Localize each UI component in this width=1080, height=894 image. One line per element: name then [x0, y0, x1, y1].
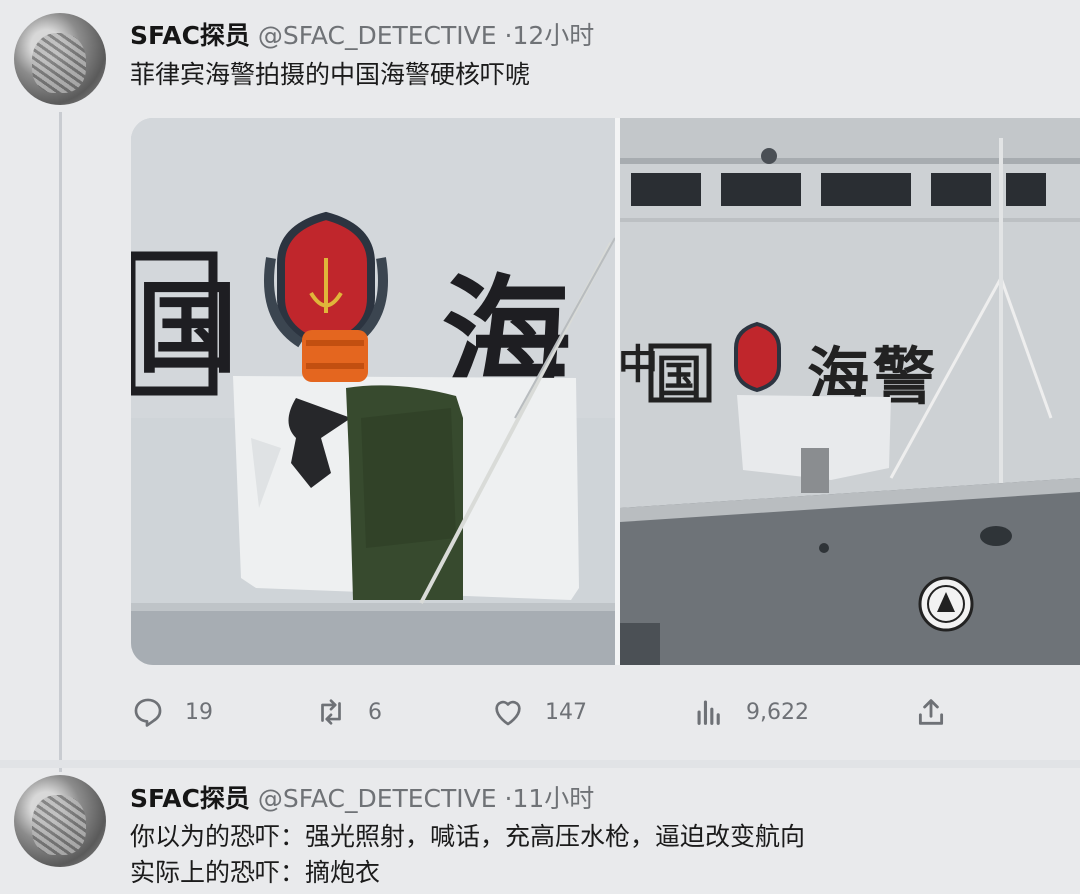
- timestamp[interactable]: 11小时: [512, 784, 594, 813]
- user-handle[interactable]: @SFAC_DETECTIVE: [258, 21, 497, 50]
- tweet-header: SFAC探员 @SFAC_DETECTIVE ·11小时: [130, 779, 594, 815]
- like-icon: [495, 700, 521, 726]
- retweet-button[interactable]: 6: [314, 690, 382, 734]
- tweet-media[interactable]: 国 海 中 国 海 警: [131, 118, 1080, 665]
- tweet-divider: [0, 760, 1080, 768]
- reply-icon: [134, 698, 162, 727]
- tweet-text-line-1: 你以为的恐吓：强光照射，喊话，充高压水枪，逼迫改变航向: [130, 822, 806, 851]
- reply-count: 19: [185, 699, 213, 725]
- thread-line: [59, 112, 62, 772]
- user-handle[interactable]: @SFAC_DETECTIVE: [258, 784, 497, 813]
- timestamp[interactable]: 12小时: [512, 21, 594, 50]
- display-name[interactable]: SFAC探员: [130, 21, 250, 50]
- right-photo: 中 国 海 警: [618, 118, 1080, 665]
- tweet-text: 菲律宾海警拍摄的中国海警硬核吓唬: [130, 60, 531, 89]
- views-icon: [697, 700, 720, 725]
- coast-guard-emblem: [264, 211, 388, 351]
- retweet-count: 6: [368, 699, 382, 725]
- avatar[interactable]: [14, 13, 106, 105]
- left-hull-char-1: 国: [137, 270, 237, 387]
- reply-button[interactable]: 19: [131, 690, 213, 734]
- views-button[interactable]: 9,622: [692, 690, 809, 734]
- media-images: 国 海 中 国 海 警: [131, 118, 1080, 665]
- tweet-header: SFAC探员 @SFAC_DETECTIVE ·12小时: [130, 16, 594, 52]
- display-name[interactable]: SFAC探员: [130, 784, 250, 813]
- share-button[interactable]: [914, 690, 968, 734]
- left-photo: 国 海: [131, 118, 616, 665]
- like-count: 147: [545, 699, 587, 725]
- like-button[interactable]: 147: [491, 690, 587, 734]
- avatar[interactable]: [14, 775, 106, 867]
- right-hull-char-2: 国: [656, 350, 702, 404]
- views-count: 9,622: [746, 699, 809, 725]
- right-emblem: [734, 321, 781, 393]
- tweet-actions: 19 6 147 9,622: [0, 690, 1080, 734]
- tweet-text-line-2: 实际上的恐吓：摘炮衣: [130, 858, 381, 887]
- share-icon: [918, 699, 944, 725]
- retweet-icon: [321, 699, 341, 725]
